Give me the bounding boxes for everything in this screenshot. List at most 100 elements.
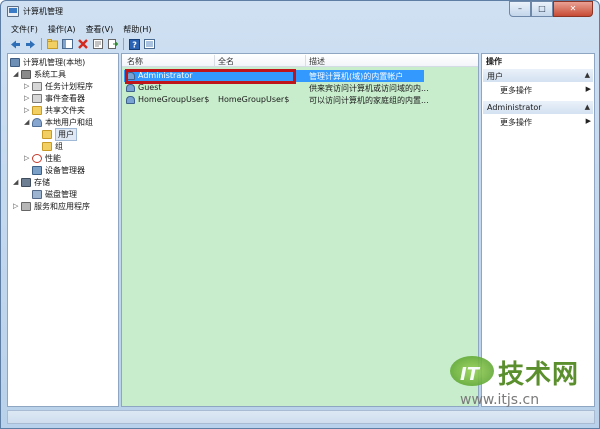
menu-help[interactable]: 帮助(H): [119, 22, 155, 36]
list-row-homegroupuser[interactable]: HomeGroupUser$ HomeGroupUser$ 可以访问计算机的家庭…: [122, 94, 478, 106]
event-viewer-icon: [32, 93, 42, 103]
menu-bar: 文件(F) 操作(A) 查看(V) 帮助(H): [7, 22, 595, 36]
expand-toggle[interactable]: ▷: [24, 82, 31, 90]
computer-management-icon: [7, 6, 19, 17]
user-icon: [126, 96, 135, 104]
tools-icon: [21, 69, 31, 79]
task-scheduler-icon: [32, 81, 42, 91]
tree-item-label: 用户: [55, 127, 77, 141]
storage-icon: [21, 177, 31, 187]
collapse-up-icon[interactable]: ▲: [585, 71, 590, 79]
services-apps-icon: [21, 201, 31, 211]
tree-item-shared-folders[interactable]: ▷ 共享文件夹: [24, 104, 85, 116]
cell-description: 管理计算机(域)的内置帐户: [309, 72, 404, 81]
tree-item-label: 本地用户和组: [45, 117, 93, 127]
tree-item-disk-management[interactable]: 磁盘管理: [32, 188, 77, 200]
more-actions-link[interactable]: 更多操作: [500, 85, 532, 96]
tree-item-local-users-groups[interactable]: ◢ 本地用户和组: [24, 116, 93, 128]
view-icon[interactable]: [143, 38, 156, 51]
tree-item-label: 设备管理器: [45, 165, 85, 175]
column-header-full-name[interactable]: 全名: [218, 56, 234, 67]
list-row-guest[interactable]: Guest 供来宾访问计算机或访问域的内...: [122, 82, 478, 94]
performance-icon: [32, 153, 42, 163]
section-header-label: 用户: [487, 72, 503, 81]
users-folder-icon: [42, 129, 52, 139]
tree-item-services-apps[interactable]: ▷ 服务和应用程序: [13, 200, 90, 212]
tree-item-label: 磁盘管理: [45, 189, 77, 199]
expand-toggle[interactable]: ▷: [13, 202, 20, 210]
tree-item-label: 存储: [34, 177, 50, 187]
tree-item-label: 服务和应用程序: [34, 201, 90, 211]
list-header: 名称 全名 描述: [122, 54, 478, 67]
expand-toggle[interactable]: ▷: [24, 154, 31, 162]
collapse-up-icon[interactable]: ▲: [585, 103, 590, 111]
expand-toggle[interactable]: ▷: [24, 94, 31, 102]
user-icon: [126, 84, 135, 92]
delete-icon[interactable]: [76, 38, 89, 51]
toolbar-separator: [41, 38, 42, 50]
window-title: 计算机管理: [23, 7, 63, 16]
close-button[interactable]: ✕: [553, 1, 593, 17]
watermark-logo: IT: [450, 356, 494, 386]
console-tree: 计算机管理(本地) ◢ 系统工具 ▷ 任务计划程序 ▷ 事件查看器 ▷ 共享文件…: [7, 53, 119, 407]
submenu-arrow-icon[interactable]: ▶: [586, 85, 591, 93]
computer-icon: [10, 57, 20, 67]
groups-folder-icon: [42, 141, 52, 151]
up-folder-icon[interactable]: [46, 38, 59, 51]
tree-item-device-manager[interactable]: 设备管理器: [32, 164, 85, 176]
column-divider[interactable]: [305, 55, 306, 66]
menu-file[interactable]: 文件(F): [7, 22, 42, 36]
tree-item-label: 性能: [45, 153, 61, 163]
collapse-toggle[interactable]: ◢: [13, 178, 20, 186]
collapse-toggle[interactable]: ◢: [24, 118, 31, 126]
cell-description: 可以访问计算机的家庭组的内置...: [309, 96, 429, 105]
tree-item-users[interactable]: 用户: [42, 127, 77, 141]
disk-management-icon: [32, 189, 42, 199]
watermark-name: 技术网: [498, 360, 580, 390]
maximize-button[interactable]: □: [531, 1, 553, 17]
tree-item-performance[interactable]: ▷ 性能: [24, 152, 61, 164]
properties-icon[interactable]: [91, 38, 104, 51]
caption-buttons: – □ ✕: [509, 1, 593, 19]
section-header-label: Administrator: [487, 103, 542, 112]
tree-item-storage[interactable]: ◢ 存储: [13, 176, 50, 188]
local-users-groups-icon: [32, 117, 42, 127]
column-header-name[interactable]: 名称: [127, 56, 143, 67]
collapse-toggle[interactable]: ◢: [13, 70, 20, 78]
site-watermark: IT 技术网 www.itjs.cn: [450, 352, 590, 414]
help-icon[interactable]: ?: [128, 38, 141, 51]
minimize-button[interactable]: –: [509, 1, 531, 17]
show-hide-tree-icon[interactable]: [61, 38, 74, 51]
tree-item-system-tools[interactable]: ◢ 系统工具: [13, 68, 66, 80]
column-header-description[interactable]: 描述: [309, 56, 325, 67]
cell-full-name: HomeGroupUser$: [218, 95, 290, 104]
column-divider[interactable]: [214, 55, 215, 66]
watermark-url: www.itjs.cn: [460, 392, 540, 408]
title-bar[interactable]: 计算机管理 – □ ✕: [1, 1, 599, 22]
tree-root-label: 计算机管理(本地): [23, 57, 86, 67]
tree-item-label: 组: [55, 141, 63, 151]
svg-text:?: ?: [132, 40, 137, 49]
shared-folder-icon: [32, 105, 42, 115]
list-row-administrator[interactable]: Administrator 管理计算机(域)的内置帐户: [122, 69, 478, 84]
watermark-logo-text: IT: [460, 364, 479, 385]
submenu-arrow-icon[interactable]: ▶: [586, 117, 591, 125]
back-arrow-icon[interactable]: [9, 38, 22, 51]
tree-root[interactable]: 计算机管理(本地): [10, 56, 85, 68]
export-icon[interactable]: [106, 38, 119, 51]
tree-item-label: 任务计划程序: [45, 81, 93, 91]
actions-section-administrator[interactable]: Administrator ▲: [483, 101, 593, 114]
tree-item-label: 共享文件夹: [45, 105, 85, 115]
menu-view[interactable]: 查看(V): [82, 22, 118, 36]
tree-item-event-viewer[interactable]: ▷ 事件查看器: [24, 92, 85, 104]
tree-item-task-scheduler[interactable]: ▷ 任务计划程序: [24, 80, 93, 92]
cell-name: Guest: [138, 83, 162, 92]
actions-section-users[interactable]: 用户 ▲: [483, 69, 593, 82]
forward-arrow-icon[interactable]: [24, 38, 37, 51]
tree-item-groups[interactable]: 组: [42, 140, 63, 152]
tree-item-label: 系统工具: [34, 69, 66, 79]
menu-action[interactable]: 操作(A): [44, 22, 80, 36]
users-list: 名称 全名 描述 Administrator 管理计算机(域)的内置帐户 Gue…: [121, 53, 479, 407]
more-actions-link[interactable]: 更多操作: [500, 117, 532, 128]
expand-toggle[interactable]: ▷: [24, 106, 31, 114]
